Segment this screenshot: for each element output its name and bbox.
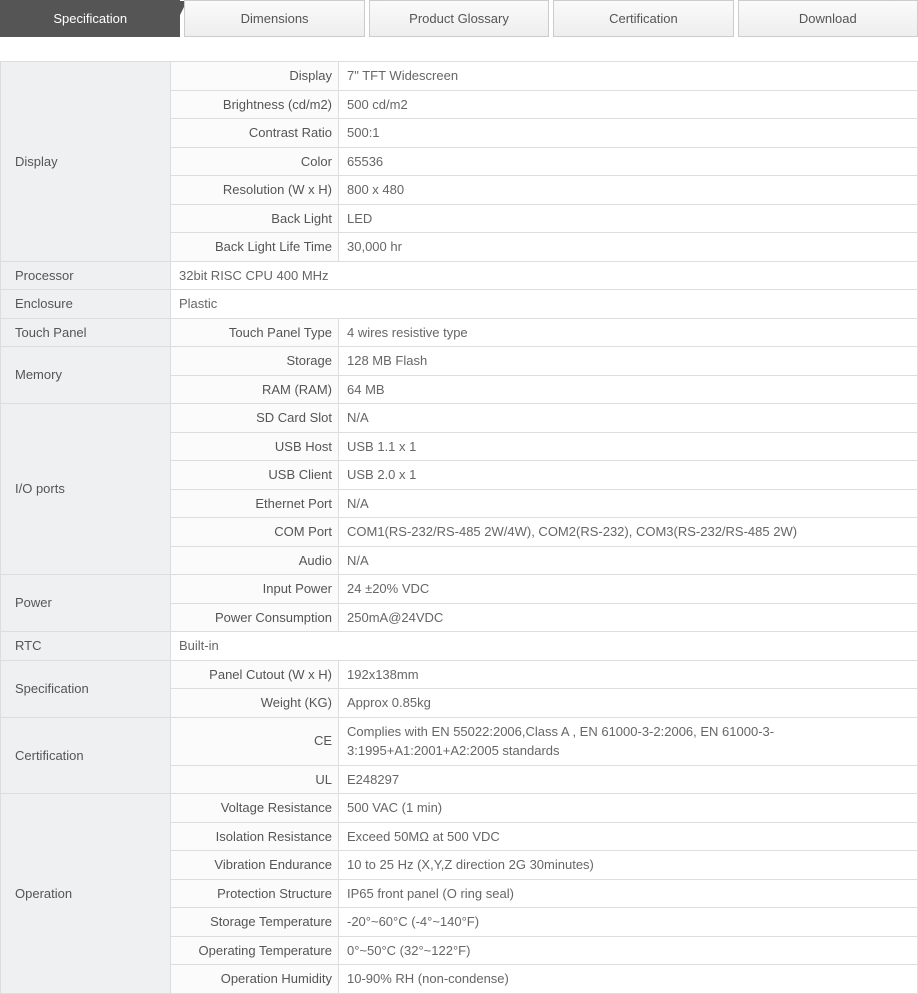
spec-value: 192x138mm (339, 660, 918, 689)
table-row: Touch Panel Touch Panel Type 4 wires res… (1, 318, 918, 347)
category-power: Power (1, 575, 171, 632)
spec-label: Back Light Life Time (171, 233, 339, 262)
spec-label: Panel Cutout (W x H) (171, 660, 339, 689)
category-io-ports: I/O ports (1, 404, 171, 575)
table-row: Power Input Power 24 ±20% VDC (1, 575, 918, 604)
spec-label: SD Card Slot (171, 404, 339, 433)
spec-label: Power Consumption (171, 603, 339, 632)
category-rtc: RTC (1, 632, 171, 661)
category-certification-section: Certification (1, 717, 171, 794)
spec-table: Display Display 7" TFT Widescreen Bright… (0, 61, 918, 994)
category-operation: Operation (1, 794, 171, 994)
spec-label: Vibration Endurance (171, 851, 339, 880)
spec-label: Display (171, 62, 339, 91)
table-row: I/O ports SD Card Slot N/A (1, 404, 918, 433)
spec-value: 65536 (339, 147, 918, 176)
spec-label: RAM (RAM) (171, 375, 339, 404)
spec-label: Back Light (171, 204, 339, 233)
spec-label: Audio (171, 546, 339, 575)
spec-value: COM1(RS-232/RS-485 2W/4W), COM2(RS-232),… (339, 518, 918, 547)
spec-label: Storage (171, 347, 339, 376)
spec-value: LED (339, 204, 918, 233)
spec-value: 32bit RISC CPU 400 MHz (171, 261, 918, 290)
spec-label: USB Host (171, 432, 339, 461)
spec-label: UL (171, 765, 339, 794)
table-row: Processor 32bit RISC CPU 400 MHz (1, 261, 918, 290)
spec-label: Operation Humidity (171, 965, 339, 994)
spec-label: Voltage Resistance (171, 794, 339, 823)
spec-value: 10-90% RH (non-condense) (339, 965, 918, 994)
spec-label: Operating Temperature (171, 936, 339, 965)
spec-value: Approx 0.85kg (339, 689, 918, 718)
spec-value: 10 to 25 Hz (X,Y,Z direction 2G 30minute… (339, 851, 918, 880)
spec-label: Protection Structure (171, 879, 339, 908)
spec-label: COM Port (171, 518, 339, 547)
spec-value: Complies with EN 55022:2006,Class A , EN… (339, 717, 918, 765)
spec-value: N/A (339, 546, 918, 575)
spec-value: N/A (339, 404, 918, 433)
category-touch-panel: Touch Panel (1, 318, 171, 347)
spec-label: USB Client (171, 461, 339, 490)
table-row: Enclosure Plastic (1, 290, 918, 319)
tab-dimensions[interactable]: Dimensions (184, 0, 364, 37)
spec-label: Weight (KG) (171, 689, 339, 718)
spec-value: 128 MB Flash (339, 347, 918, 376)
spec-label: CE (171, 717, 339, 765)
spec-value: Built-in (171, 632, 918, 661)
spec-label: Touch Panel Type (171, 318, 339, 347)
spec-value: 64 MB (339, 375, 918, 404)
spec-label: Input Power (171, 575, 339, 604)
category-display: Display (1, 62, 171, 262)
spec-label: Color (171, 147, 339, 176)
spec-value: 24 ±20% VDC (339, 575, 918, 604)
spec-label: Resolution (W x H) (171, 176, 339, 205)
spec-value: 30,000 hr (339, 233, 918, 262)
spec-label: Contrast Ratio (171, 119, 339, 148)
spec-label: Isolation Resistance (171, 822, 339, 851)
table-row: RTC Built-in (1, 632, 918, 661)
spec-value: -20°~60°C (-4°~140°F) (339, 908, 918, 937)
category-processor: Processor (1, 261, 171, 290)
spec-value: 500:1 (339, 119, 918, 148)
tab-bar: Specification Dimensions Product Glossar… (0, 0, 918, 37)
table-row: Certification CE Complies with EN 55022:… (1, 717, 918, 765)
spec-label: Brightness (cd/m2) (171, 90, 339, 119)
table-row: Specification Panel Cutout (W x H) 192x1… (1, 660, 918, 689)
spec-value: 0°~50°C (32°~122°F) (339, 936, 918, 965)
spec-value: 250mA@24VDC (339, 603, 918, 632)
spec-value: 500 VAC (1 min) (339, 794, 918, 823)
tab-product-glossary[interactable]: Product Glossary (369, 0, 549, 37)
spec-value: 500 cd/m2 (339, 90, 918, 119)
spec-value: USB 2.0 x 1 (339, 461, 918, 490)
spec-value: USB 1.1 x 1 (339, 432, 918, 461)
table-row: Operation Voltage Resistance 500 VAC (1 … (1, 794, 918, 823)
spec-value: 7" TFT Widescreen (339, 62, 918, 91)
table-row: Memory Storage 128 MB Flash (1, 347, 918, 376)
spec-value: Plastic (171, 290, 918, 319)
spec-value: IP65 front panel (O ring seal) (339, 879, 918, 908)
table-row: Display Display 7" TFT Widescreen (1, 62, 918, 91)
spec-value: 4 wires resistive type (339, 318, 918, 347)
category-specification: Specification (1, 660, 171, 717)
spec-label: Storage Temperature (171, 908, 339, 937)
tab-certification[interactable]: Certification (553, 0, 733, 37)
tab-download[interactable]: Download (738, 0, 918, 37)
spec-value: 800 x 480 (339, 176, 918, 205)
spec-value: N/A (339, 489, 918, 518)
category-enclosure: Enclosure (1, 290, 171, 319)
tab-specification[interactable]: Specification (0, 0, 180, 37)
spec-value: Exceed 50MΩ at 500 VDC (339, 822, 918, 851)
spec-value: E248297 (339, 765, 918, 794)
category-memory: Memory (1, 347, 171, 404)
spec-label: Ethernet Port (171, 489, 339, 518)
